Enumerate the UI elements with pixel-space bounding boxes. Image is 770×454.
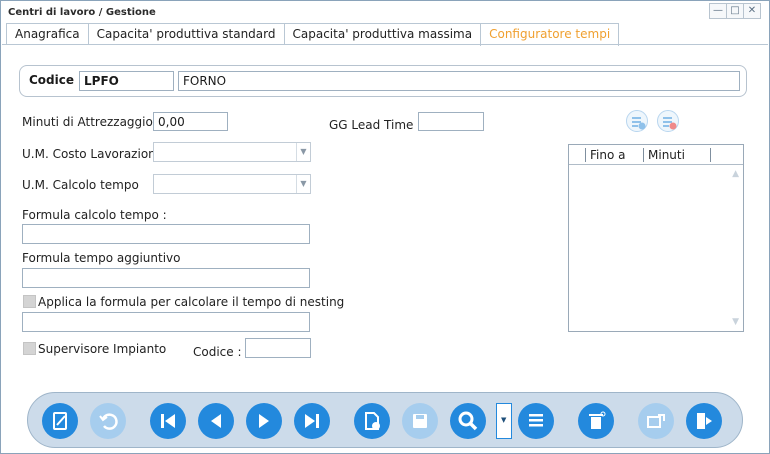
- um-calcolo-label: U.M. Calcolo tempo: [22, 178, 139, 192]
- formula-aggiuntivo-input[interactable]: [22, 268, 310, 288]
- applica-nesting-label: Applica la formula per calcolare il temp…: [38, 295, 345, 309]
- search-options-dropdown[interactable]: ▼: [496, 403, 512, 439]
- delete-icon[interactable]: [578, 403, 614, 439]
- um-costo-select[interactable]: ▼: [153, 142, 311, 162]
- tab-configuratore-tempi[interactable]: Configuratore tempi: [480, 23, 620, 46]
- grid-column-separator: [585, 148, 586, 162]
- tempi-grid[interactable]: Fino a Minuti ▲ ▼: [568, 144, 744, 332]
- supervisore-codice-input[interactable]: [245, 338, 311, 358]
- formula-calcolo-label: Formula calcolo tempo :: [22, 208, 167, 222]
- codice-panel: Codice : LPFO FORNO: [19, 65, 747, 97]
- window-title: Centri di lavoro / Gestione: [8, 7, 156, 18]
- new-document-icon[interactable]: [354, 403, 390, 439]
- title-bar: Centri di lavoro / Gestione — □ ✕: [1, 1, 769, 23]
- applica-nesting-checkbox[interactable]: [23, 295, 36, 308]
- um-calcolo-select[interactable]: ▼: [153, 174, 311, 194]
- previous-record-icon[interactable]: [198, 403, 234, 439]
- add-row-icon[interactable]: [626, 110, 648, 132]
- tab-capacita-massima[interactable]: Capacita' produttiva massima: [283, 23, 482, 45]
- minimize-button[interactable]: —: [709, 3, 727, 19]
- edit-document-icon[interactable]: [42, 403, 78, 439]
- first-record-icon[interactable]: [150, 403, 186, 439]
- tab-anagrafica[interactable]: Anagrafica: [6, 23, 89, 45]
- minuti-attrezzaggio-label: Minuti di Attrezzaggio: [22, 115, 153, 129]
- nesting-input[interactable]: [22, 312, 310, 332]
- remove-row-icon[interactable]: [657, 110, 679, 132]
- grid-header: Fino a Minuti: [569, 145, 743, 165]
- last-record-icon[interactable]: [294, 403, 330, 439]
- main-window: Centri di lavoro / Gestione — □ ✕ Anagra…: [0, 0, 770, 454]
- tab-capacita-standard[interactable]: Capacita' produttiva standard: [87, 23, 285, 45]
- formula-aggiuntivo-label: Formula tempo aggiuntivo: [22, 251, 181, 265]
- tab-divider: [2, 44, 768, 45]
- save-icon[interactable]: [402, 403, 438, 439]
- chevron-down-icon: ▼: [296, 143, 310, 161]
- exit-icon[interactable]: [686, 403, 722, 439]
- grid-column-minuti[interactable]: Minuti: [648, 148, 685, 162]
- grid-column-separator: [643, 148, 644, 162]
- supervisore-codice-label: Codice :: [193, 345, 242, 359]
- close-button[interactable]: ✕: [743, 3, 761, 19]
- undo-icon[interactable]: [90, 403, 126, 439]
- chevron-down-icon: ▼: [501, 416, 507, 424]
- grid-column-separator: [710, 148, 711, 162]
- minuti-attrezzaggio-input[interactable]: 0,00: [153, 112, 228, 131]
- transfer-icon[interactable]: [638, 403, 674, 439]
- um-costo-label: U.M. Costo Lavorazione: [22, 147, 164, 161]
- grid-column-fino-a[interactable]: Fino a: [590, 148, 625, 162]
- search-icon[interactable]: [450, 403, 486, 439]
- supervisore-label: Supervisore Impianto: [38, 342, 167, 356]
- next-record-icon[interactable]: [246, 403, 282, 439]
- gg-lead-time-input[interactable]: [418, 112, 484, 131]
- chevron-down-icon: ▼: [296, 175, 310, 193]
- description-input[interactable]: FORNO: [178, 71, 740, 91]
- bottom-toolbar: ▼: [27, 392, 743, 448]
- supervisore-checkbox[interactable]: [23, 342, 36, 355]
- codice-label: Codice :: [29, 73, 83, 87]
- formula-calcolo-input[interactable]: [22, 224, 310, 244]
- gg-lead-time-label: GG Lead Time :: [329, 118, 422, 132]
- scroll-up-icon[interactable]: ▲: [732, 169, 739, 179]
- tab-bar: Anagrafica Capacita' produttiva standard…: [6, 23, 620, 46]
- list-icon[interactable]: [518, 403, 554, 439]
- scroll-down-icon[interactable]: ▼: [732, 317, 739, 327]
- codice-input[interactable]: LPFO: [79, 71, 174, 91]
- maximize-button[interactable]: □: [726, 3, 744, 19]
- window-controls: — □ ✕: [709, 3, 761, 19]
